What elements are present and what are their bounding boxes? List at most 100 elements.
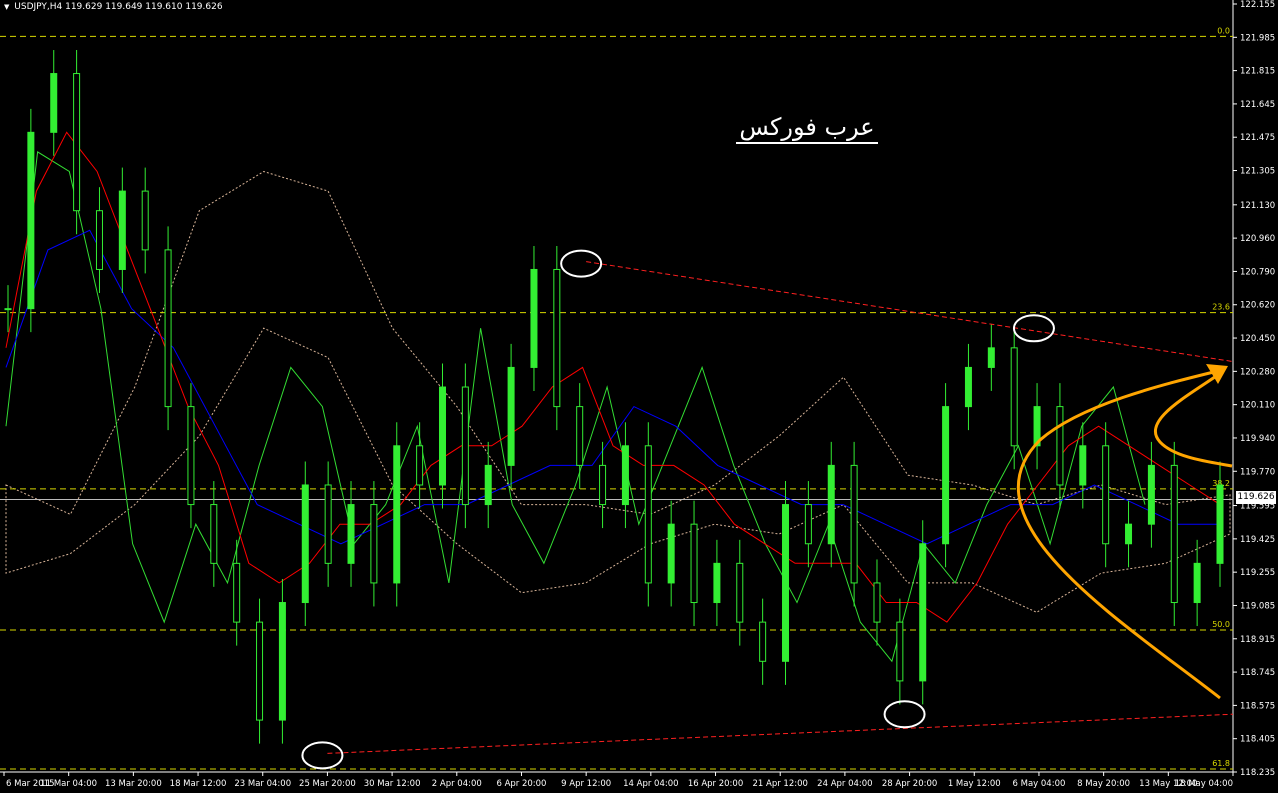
time-tick-label: 14 Apr 04:00 (623, 779, 678, 789)
candle-body (1102, 445, 1110, 545)
swing-point-circle (883, 700, 926, 729)
price-tick-label: 122.155 (1240, 0, 1275, 10)
candle-body (1079, 445, 1087, 486)
price-tick-label: 120.280 (1240, 367, 1275, 377)
ichimoku-chart: 122.155 121.985 121.815 121.645 121.475 121.3… (0, 0, 1275, 789)
candle-body (438, 386, 446, 486)
time-tick-label: 16 Apr 20:00 (688, 779, 743, 789)
candle-body (1193, 562, 1201, 604)
candle-body (1170, 464, 1178, 604)
candle-body (942, 406, 950, 545)
candle-body (804, 504, 812, 545)
price-tick-label: 119.255 (1240, 568, 1275, 578)
candle-body (1216, 484, 1224, 564)
candle-body (370, 504, 378, 584)
candle-body (347, 504, 355, 564)
candle-body (713, 562, 721, 604)
time-tick-label: 8 May 20:00 (1077, 779, 1130, 789)
price-tick-label: 119.940 (1240, 434, 1275, 444)
candle-body (1056, 406, 1064, 486)
price-tick-label: 118.405 (1240, 735, 1275, 745)
candle-body (416, 445, 424, 486)
candle-body (759, 621, 767, 662)
chart-area: 122.155 121.985 121.815 121.645 121.475 121.3… (0, 0, 1278, 793)
candle-body (1010, 347, 1018, 447)
time-tick-label: 21 Apr 12:00 (752, 779, 807, 789)
price-tick-label: 121.305 (1240, 167, 1275, 177)
candle-body (553, 268, 561, 408)
price-tick-label: 119.770 (1240, 467, 1275, 477)
candle-body (621, 445, 629, 506)
kumo-cloud (5, 170, 1231, 613)
swing-point-circle (1012, 314, 1055, 343)
price-tick-label: 121.475 (1240, 133, 1275, 143)
time-tick-label: 6 May 04:00 (1013, 779, 1066, 789)
dropdown-triangle-icon[interactable]: ▼ (4, 3, 9, 11)
candle-body (324, 484, 332, 564)
price-tick-label: 118.575 (1240, 701, 1275, 711)
candle-body (599, 464, 607, 506)
swing-point-circle (560, 249, 603, 278)
candle-body (736, 562, 744, 623)
watermark-text: عرب فوركس (736, 112, 878, 144)
candle-body (95, 210, 103, 270)
price-tick-label: 121.985 (1240, 33, 1275, 43)
swing-point-circle (301, 741, 344, 770)
candle-body (301, 484, 309, 604)
time-tick-label: 13 Mar 20:00 (105, 779, 162, 789)
ohlc-values: 119.629 119.649 119.610 119.626 (65, 2, 223, 12)
time-tick-label: 23 Mar 04:00 (234, 779, 291, 789)
price-tick-label: 121.645 (1240, 100, 1275, 110)
symbol-info: ▼ USDJPY,H4 119.629 119.649 119.610 119.… (4, 2, 223, 12)
time-tick-label: 24 Apr 04:00 (817, 779, 872, 789)
trendline (327, 713, 1234, 754)
candle-body (964, 366, 972, 408)
projection-arrow-inner (1153, 370, 1233, 468)
time-tick-label: 18 Mar 12:00 (170, 779, 227, 789)
candle-body (233, 562, 241, 623)
candle-body (530, 268, 538, 368)
price-tick-label: 120.450 (1240, 334, 1275, 344)
candle-body (896, 621, 904, 682)
candle-body (4, 308, 12, 311)
candle-body (393, 445, 401, 584)
candle-body (507, 366, 515, 466)
candle-body (73, 73, 81, 212)
time-tick-label: 25 Mar 20:00 (299, 779, 356, 789)
candle-body (484, 464, 492, 506)
candle-body (27, 131, 35, 310)
candle-body (873, 582, 881, 623)
time-tick-label: 28 Apr 20:00 (882, 779, 937, 789)
time-tick-label: 30 Mar 12:00 (364, 779, 421, 789)
candle-body (187, 406, 195, 506)
price-tick-label: 118.915 (1240, 635, 1275, 645)
symbol-label: USDJPY,H4 (14, 2, 63, 12)
candle-body (919, 543, 927, 682)
time-tick-label: 1 May 12:00 (948, 779, 1001, 789)
time-tick-label: 2 Apr 04:00 (432, 779, 482, 789)
candle-body (1147, 464, 1155, 525)
projection-arrow (1016, 368, 1223, 700)
price-tick-label: 119.425 (1240, 535, 1275, 545)
fib-level-label: 61.8 (1212, 759, 1230, 768)
candle-body (667, 523, 675, 584)
candle-body (644, 445, 652, 584)
time-tick-label: 11 Mar 04:00 (40, 779, 97, 789)
time-tick-label: 18 May 04:00 (1175, 779, 1233, 789)
candle-body (50, 73, 58, 133)
time-tick-label: 9 Apr 12:00 (561, 779, 611, 789)
fib-level-label: 0.0 (1217, 26, 1230, 35)
price-tick-label: 118.745 (1240, 668, 1275, 678)
candle-body (461, 386, 469, 506)
current-price-label: 119.626 (1236, 491, 1276, 504)
price-tick-label: 120.620 (1240, 301, 1275, 311)
time-tick-label: 6 Apr 20:00 (496, 779, 546, 789)
candle-body (164, 249, 172, 408)
candle-body (1125, 523, 1133, 545)
price-tick-label: 121.130 (1240, 201, 1275, 211)
candle-body (850, 464, 858, 584)
price-tick-label: 120.960 (1240, 234, 1275, 244)
candle-body (827, 464, 835, 545)
candle-body (210, 504, 218, 564)
price-tick-label: 120.110 (1240, 401, 1275, 411)
